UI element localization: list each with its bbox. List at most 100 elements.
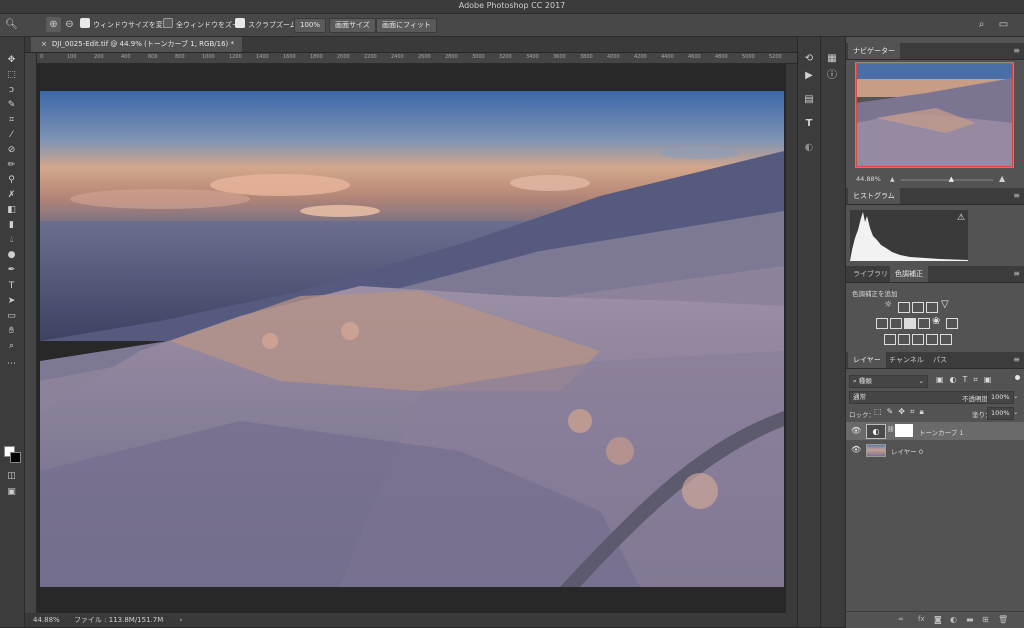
quick-mask-icon[interactable]: ◫ [3,469,20,483]
zoom-all-option[interactable]: 全ウィンドウをズーム [163,18,246,31]
layer-row[interactable]: 👁︎ レイヤー 0 [846,441,1024,459]
navigator-view-box[interactable] [856,63,1013,167]
layer-style-icon[interactable]: fx [918,615,925,623]
info-panel-icon[interactable]: ⓘ [825,69,839,83]
delete-layer-icon[interactable]: 🗑︎ [998,615,1008,624]
visibility-eye-icon[interactable]: 👁︎ [851,445,861,454]
brush-tool-icon[interactable]: ✏ [3,158,20,172]
zoom-in-mountain-icon[interactable]: ▲ [999,174,1005,183]
status-zoom[interactable]: 44.88% [33,616,60,624]
vertical-scrollbar[interactable] [786,64,797,613]
resize-windows-checkbox[interactable] [80,18,90,28]
history-brush-tool-icon[interactable]: ✗ [3,188,20,202]
properties-panel-icon[interactable]: ▤ [802,93,816,107]
tab-layers[interactable]: レイヤー [848,352,886,368]
lock-icons[interactable]: ⬚✎✥⌗🔒︎ [874,407,929,417]
document-image[interactable] [40,91,784,587]
new-layer-icon[interactable]: ⊞ [982,615,989,624]
zoom-in-icon[interactable]: ⊕ [46,17,61,32]
status-arrow-icon[interactable]: › [180,616,183,624]
posterize-icon[interactable] [898,334,910,345]
black-white-icon[interactable] [904,318,916,329]
channel-mixer-icon[interactable]: ❀ [932,316,940,327]
zoom-100-button[interactable]: 100% [294,18,327,33]
background-color-swatch[interactable] [10,452,21,463]
document-tab[interactable]: × DJI_0025-Edit.tif @ 44.9% (トーンカーブ 1, RG… [31,37,242,52]
tab-paths[interactable]: パス [928,352,952,368]
pen-tool-icon[interactable]: ✒ [3,263,20,277]
filter-toggle-icon[interactable] [1015,375,1020,380]
actions-panel-icon[interactable]: ▶ [802,69,816,83]
photo-filter-icon[interactable] [918,318,930,329]
opacity-dropdown-icon[interactable]: ⌄ [1013,392,1018,400]
workspace-icon[interactable]: ▭ [996,17,1011,32]
brightness-contrast-icon[interactable]: ☼ [884,300,892,310]
libraries-icon[interactable]: ▦ [825,52,839,66]
layer-filter-kind[interactable]: ⌕ 種類 ⌄ [849,375,928,388]
new-adjustment-icon[interactable]: ◐ [950,615,957,624]
zoom-all-checkbox[interactable] [163,18,173,28]
tab-adjustments[interactable]: 色調補正 [890,266,928,282]
layer-name[interactable]: レイヤー 0 [891,446,923,456]
gradient-map-icon[interactable] [926,334,938,345]
new-group-icon[interactable]: ▬ [966,615,974,624]
panel-menu-icon[interactable]: ≡ [1013,191,1020,200]
crop-tool-icon[interactable]: ⌗ [3,113,20,127]
gradient-tool-icon[interactable]: ▮ [3,218,20,232]
fit-screen-button[interactable]: 画面にフィット [376,18,437,33]
screen-mode-icon[interactable]: ▣ [3,485,20,499]
more-tools-icon[interactable]: ⋯ [3,357,20,371]
layer-row[interactable]: 👁︎ ◐ ⛓ トーンカーブ 1 [846,422,1024,440]
panel-menu-icon[interactable]: ≡ [1013,355,1020,364]
healing-brush-tool-icon[interactable]: ⊘ [3,143,20,157]
resize-windows-option[interactable]: ウィンドウサイズを変更 [80,18,170,31]
visibility-eye-icon[interactable]: 👁︎ [851,426,861,435]
path-select-tool-icon[interactable]: ➤ [3,294,20,308]
layer-mask-thumb[interactable] [895,424,913,437]
tab-libraries[interactable]: ライブラリ [848,266,893,282]
tab-channels[interactable]: チャンネル [884,352,929,368]
zoom-out-icon[interactable]: ⊖ [62,17,77,32]
marquee-tool-icon[interactable]: ⬚ [3,68,20,82]
curves-icon[interactable] [912,302,924,313]
close-tab-icon[interactable]: × [41,40,47,48]
panel-menu-icon[interactable]: ≡ [1013,46,1020,55]
tab-navigator[interactable]: ナビゲーター [848,43,900,59]
navigator-slider-thumb[interactable]: ▲ [949,176,954,183]
scrubby-zoom-checkbox[interactable] [235,18,245,28]
tab-histogram[interactable]: ヒストグラム [848,188,900,204]
link-layers-icon[interactable]: ∞ [898,615,904,623]
exposure-icon[interactable] [926,302,938,313]
search-icon[interactable]: ⌕ [974,17,989,32]
add-mask-icon[interactable]: ◙ [934,615,942,624]
blur-tool-icon[interactable]: 💧︎ [3,233,20,247]
hand-tool-icon[interactable]: ✋︎ [3,324,20,338]
panel-menu-icon[interactable]: ≡ [1013,269,1020,278]
history-panel-icon[interactable]: ⟲ [802,52,816,66]
fill-dropdown-icon[interactable]: ⌄ [1013,408,1018,416]
eyedropper-tool-icon[interactable]: ⁄ [3,128,20,142]
fill-input[interactable]: 100% [987,407,1014,420]
shape-tool-icon[interactable]: ▭ [3,309,20,323]
dodge-tool-icon[interactable]: ● [3,248,20,262]
invert-icon[interactable] [884,334,896,345]
layer-name[interactable]: トーンカーブ 1 [919,427,964,437]
navigator-thumbnail[interactable] [855,62,1014,168]
eraser-tool-icon[interactable]: ◧ [3,203,20,217]
quick-select-tool-icon[interactable]: ✎ [3,98,20,112]
levels-icon[interactable] [898,302,910,313]
clone-stamp-tool-icon[interactable]: ⚲ [3,173,20,187]
navigator-zoom-value[interactable]: 44.88% [856,175,881,183]
opacity-input[interactable]: 100% [987,391,1014,404]
link-icon[interactable]: ⛓ [887,426,895,433]
move-tool-icon[interactable]: ✥ [3,53,20,67]
vibrance-icon[interactable]: ▽ [941,299,949,310]
selective-color-icon[interactable] [940,334,952,345]
layer-filter-icons[interactable]: ▣◐T⌗▣ [936,375,998,385]
zoom-tool-preset-icon[interactable]: 🔍︎ [4,17,19,32]
histogram-warning-icon[interactable]: ⚠ [957,213,965,223]
paragraph-panel-icon[interactable]: ◐ [802,141,816,155]
color-balance-icon[interactable] [890,318,902,329]
tk-panel-icon[interactable]: T [802,117,816,131]
type-tool-icon[interactable]: T [3,279,20,293]
